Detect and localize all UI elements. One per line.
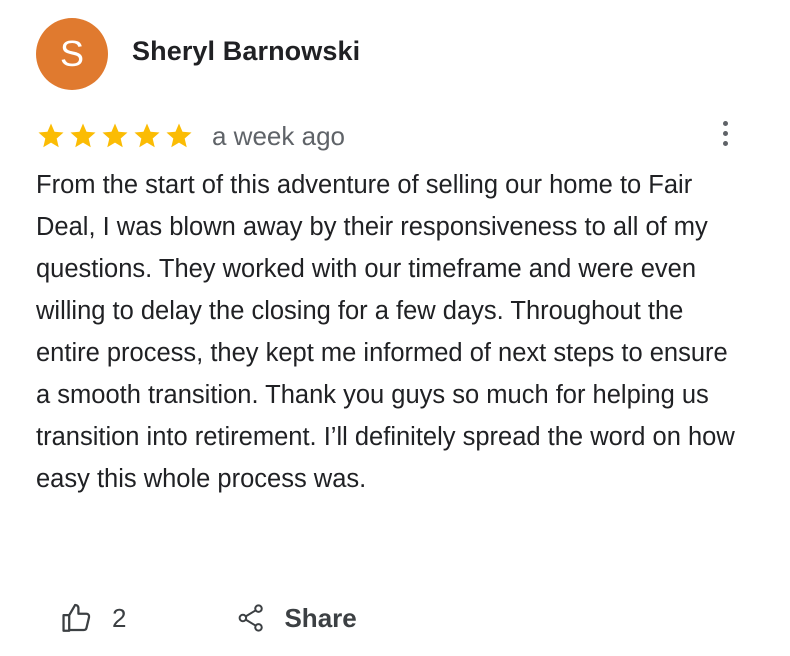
more-vert-icon-dot bbox=[722, 130, 728, 136]
star-icon bbox=[70, 123, 96, 148]
review-actions: 2 Share bbox=[60, 596, 357, 640]
review-text: From the start of this adventure of sell… bbox=[36, 171, 735, 493]
star-icon bbox=[166, 123, 192, 148]
star-icon bbox=[38, 123, 64, 148]
star-icon bbox=[134, 123, 160, 148]
more-vert-icon-dot bbox=[722, 140, 728, 146]
like-count: 2 bbox=[112, 602, 127, 633]
like-button[interactable]: 2 bbox=[60, 601, 126, 635]
reviewer-name[interactable]: Sheryl Barnowski bbox=[132, 36, 360, 67]
star-icon bbox=[102, 123, 128, 148]
more-options-button[interactable] bbox=[710, 118, 740, 148]
avatar-letter: S bbox=[59, 33, 84, 74]
share-icon bbox=[239, 604, 264, 632]
review-time: a week ago bbox=[212, 120, 345, 151]
share-label: Share bbox=[284, 602, 357, 633]
avatar[interactable]: S bbox=[36, 18, 108, 90]
rating-row: a week ago bbox=[36, 118, 345, 154]
thumbs-up-icon bbox=[62, 603, 91, 632]
more-vert-icon bbox=[722, 120, 728, 126]
share-button[interactable]: Share bbox=[236, 602, 357, 634]
star-rating bbox=[36, 121, 194, 151]
